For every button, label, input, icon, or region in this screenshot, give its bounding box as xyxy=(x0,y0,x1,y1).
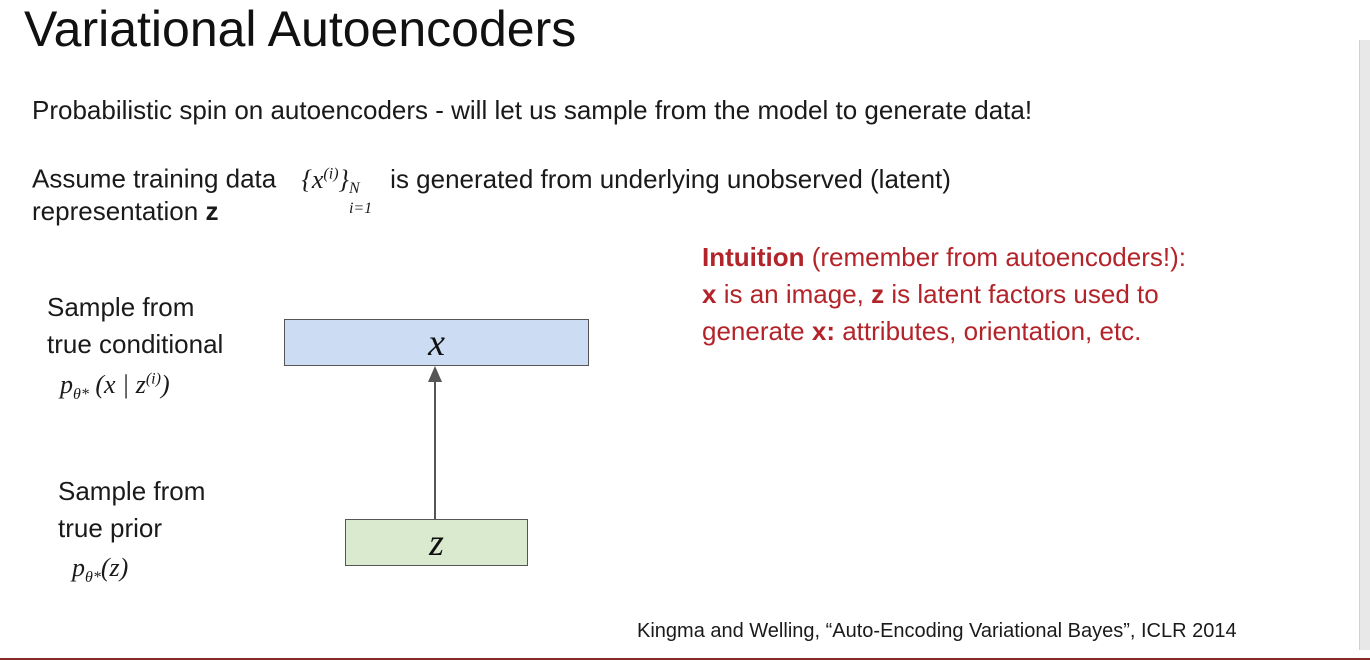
conditional-label-line2: true conditional xyxy=(47,329,224,359)
intuition-line1: Intuition (remember from autoencoders!): xyxy=(702,242,1186,272)
prior-formula: pθ*(z) xyxy=(72,553,129,587)
intuition-line3: generate x: attributes, orientation, etc… xyxy=(702,316,1142,346)
generation-arrow xyxy=(428,366,442,520)
training-data-set: {x(i)} Ni=1 xyxy=(301,164,376,217)
representation-text: representation xyxy=(32,196,199,226)
assumption-line: Assume training data {x(i)} Ni=1 is gener… xyxy=(32,157,951,217)
prior-label-line1: Sample from xyxy=(58,476,206,506)
set-sup: (i) xyxy=(323,165,339,182)
scrollbar-track[interactable] xyxy=(1359,40,1370,650)
citation: Kingma and Welling, “Auto-Encoding Varia… xyxy=(637,620,1237,642)
prior-label-line2: true prior xyxy=(58,513,163,543)
representation-line: representation z xyxy=(32,194,218,228)
intuition-line2: x is an image, z is latent factors used … xyxy=(702,279,1159,309)
assumption-prefix: Assume training data xyxy=(32,163,277,194)
slide-title: Variational Autoencoders xyxy=(24,1,577,57)
set-close: } xyxy=(338,164,349,194)
set-open: {x xyxy=(301,164,324,194)
representation-z: z xyxy=(205,196,219,226)
x-box: x xyxy=(284,319,589,366)
arrow-head xyxy=(428,366,442,382)
z-box: z xyxy=(345,519,528,566)
conditional-label-line1: Sample from xyxy=(47,292,195,322)
assumption-suffix: is generated from underlying unobserved … xyxy=(390,163,951,194)
conditional-formula: pθ* (x | z(i)) xyxy=(60,370,170,404)
set-range: i=1 xyxy=(348,199,373,217)
intro-line: Probabilistic spin on autoencoders - wil… xyxy=(32,95,1033,125)
